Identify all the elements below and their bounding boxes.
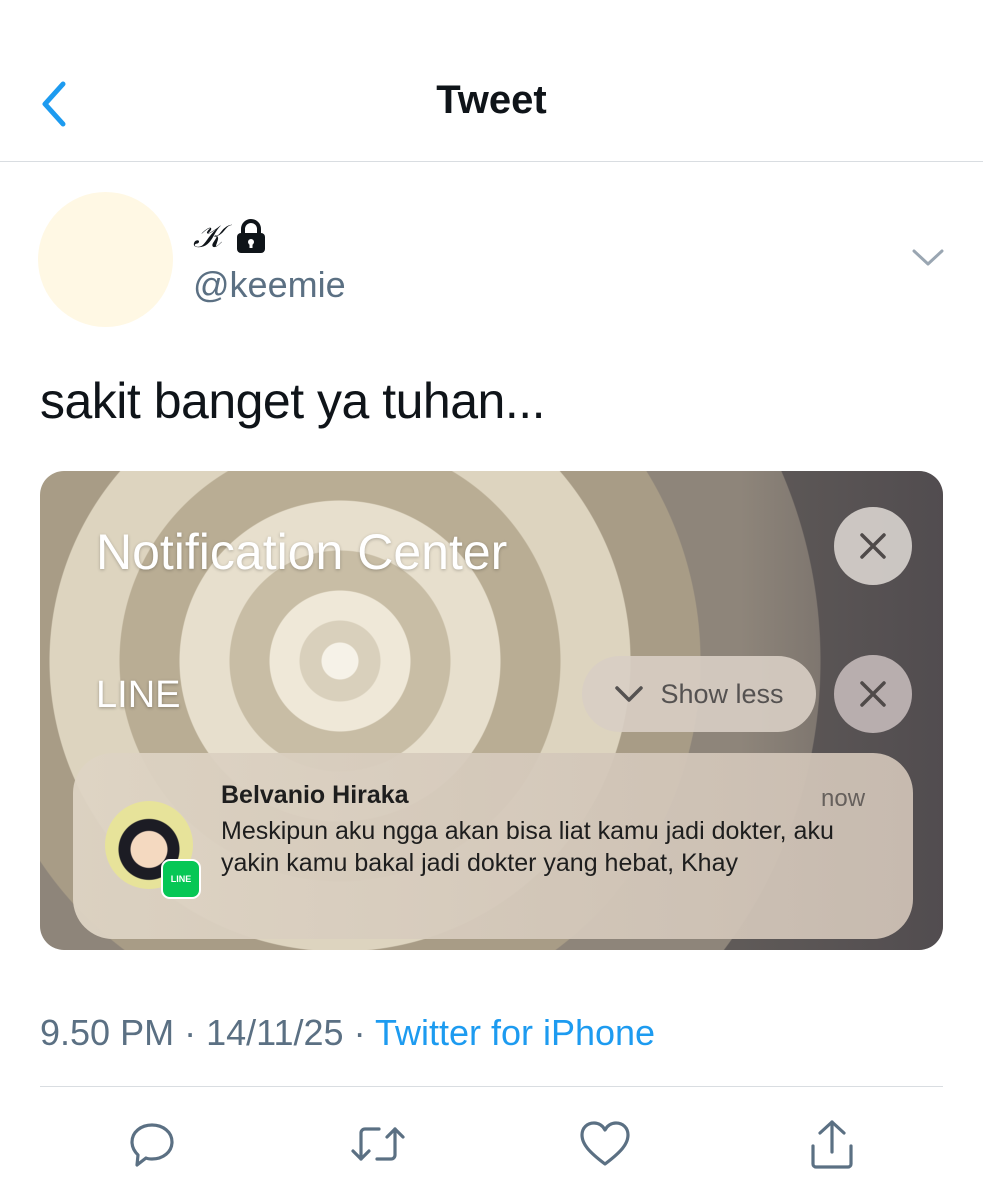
divider (40, 1086, 943, 1087)
notification-center-title: Notification Center (96, 524, 508, 580)
tweet-time: 9.50 PM (40, 1012, 175, 1053)
author-name-row: 𝒦 (193, 214, 267, 258)
close-icon (860, 681, 886, 707)
meta-separator: · (184, 1012, 197, 1053)
tweet-meta: 9.50 PM · 14/11/25 · Twitter for iPhone (40, 1012, 655, 1054)
like-icon (580, 1121, 630, 1166)
handle[interactable]: @keemie (193, 264, 346, 306)
tweet-media[interactable]: Notification Center LINE Show less LINE … (40, 471, 943, 950)
line-app-icon: LINE (161, 859, 201, 899)
display-name[interactable]: 𝒦 (193, 217, 223, 256)
meta-separator: · (353, 1012, 366, 1053)
reply-icon (130, 1123, 174, 1167)
close-icon (860, 533, 886, 559)
share-button[interactable] (802, 1114, 862, 1174)
avatar[interactable] (38, 192, 173, 327)
notification-card: LINE Belvanio Hiraka now Meskipun aku ng… (73, 753, 913, 939)
chevron-down-icon (912, 249, 944, 266)
tweet-text: sakit banget ya tuhan... (40, 373, 546, 429)
show-less-button: Show less (582, 656, 816, 732)
clear-all-button (834, 507, 912, 585)
chevron-down-icon (615, 686, 644, 702)
tweet-options-button[interactable] (904, 238, 952, 278)
lock-icon (236, 219, 265, 253)
share-icon (811, 1120, 853, 1169)
like-button[interactable] (575, 1114, 635, 1174)
tweet-source-link[interactable]: Twitter for iPhone (375, 1012, 655, 1053)
notification-time: now (821, 785, 866, 812)
clear-group-button (834, 655, 912, 733)
page-title: Tweet (436, 78, 547, 122)
show-less-label: Show less (660, 678, 784, 709)
retweet-button[interactable] (348, 1114, 408, 1174)
notification-group-label: LINE (96, 674, 181, 716)
tweet-date: 14/11/25 (206, 1012, 344, 1053)
notification-message: Meskipun aku ngga akan bisa liat kamu ja… (221, 817, 834, 877)
notification-sender: Belvanio Hiraka (221, 781, 409, 809)
reply-button[interactable] (122, 1114, 182, 1174)
retweet-icon (351, 1127, 405, 1161)
